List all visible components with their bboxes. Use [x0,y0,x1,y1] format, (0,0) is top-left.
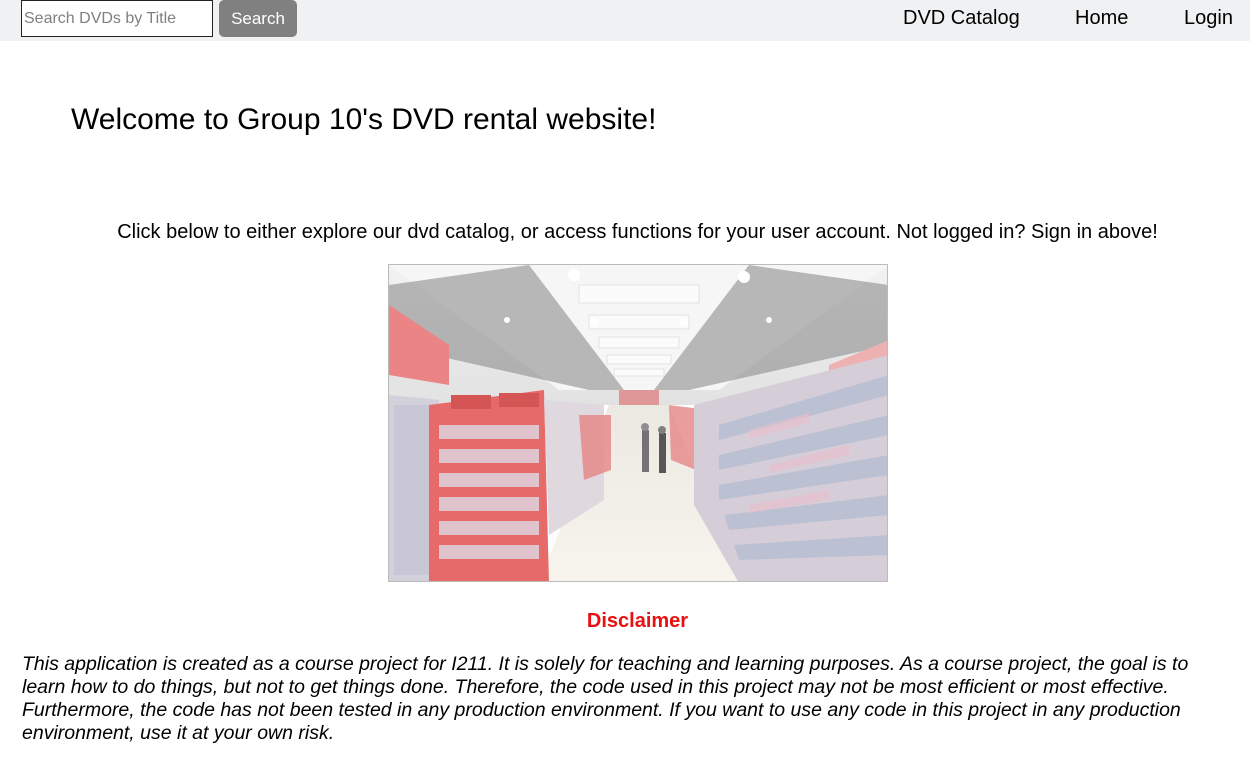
top-navbar: Search DVD Catalog Home Login [0,0,1250,41]
nav-link-home[interactable]: Home [1075,7,1128,30]
disclaimer-text: This application is created as a course … [22,653,1189,744]
intro-text: Click below to either explore our dvd ca… [117,221,1158,243]
nav-link-login[interactable]: Login [1184,7,1233,30]
disclaimer-title: Disclaimer [586,610,689,632]
nav-link-dvd-catalog[interactable]: DVD Catalog [903,7,1020,30]
search-button[interactable]: Search [219,0,297,37]
page-title: Welcome to Group 10's DVD rental website… [71,103,657,136]
dvd-store-image [388,264,888,582]
search-input[interactable] [21,0,213,37]
